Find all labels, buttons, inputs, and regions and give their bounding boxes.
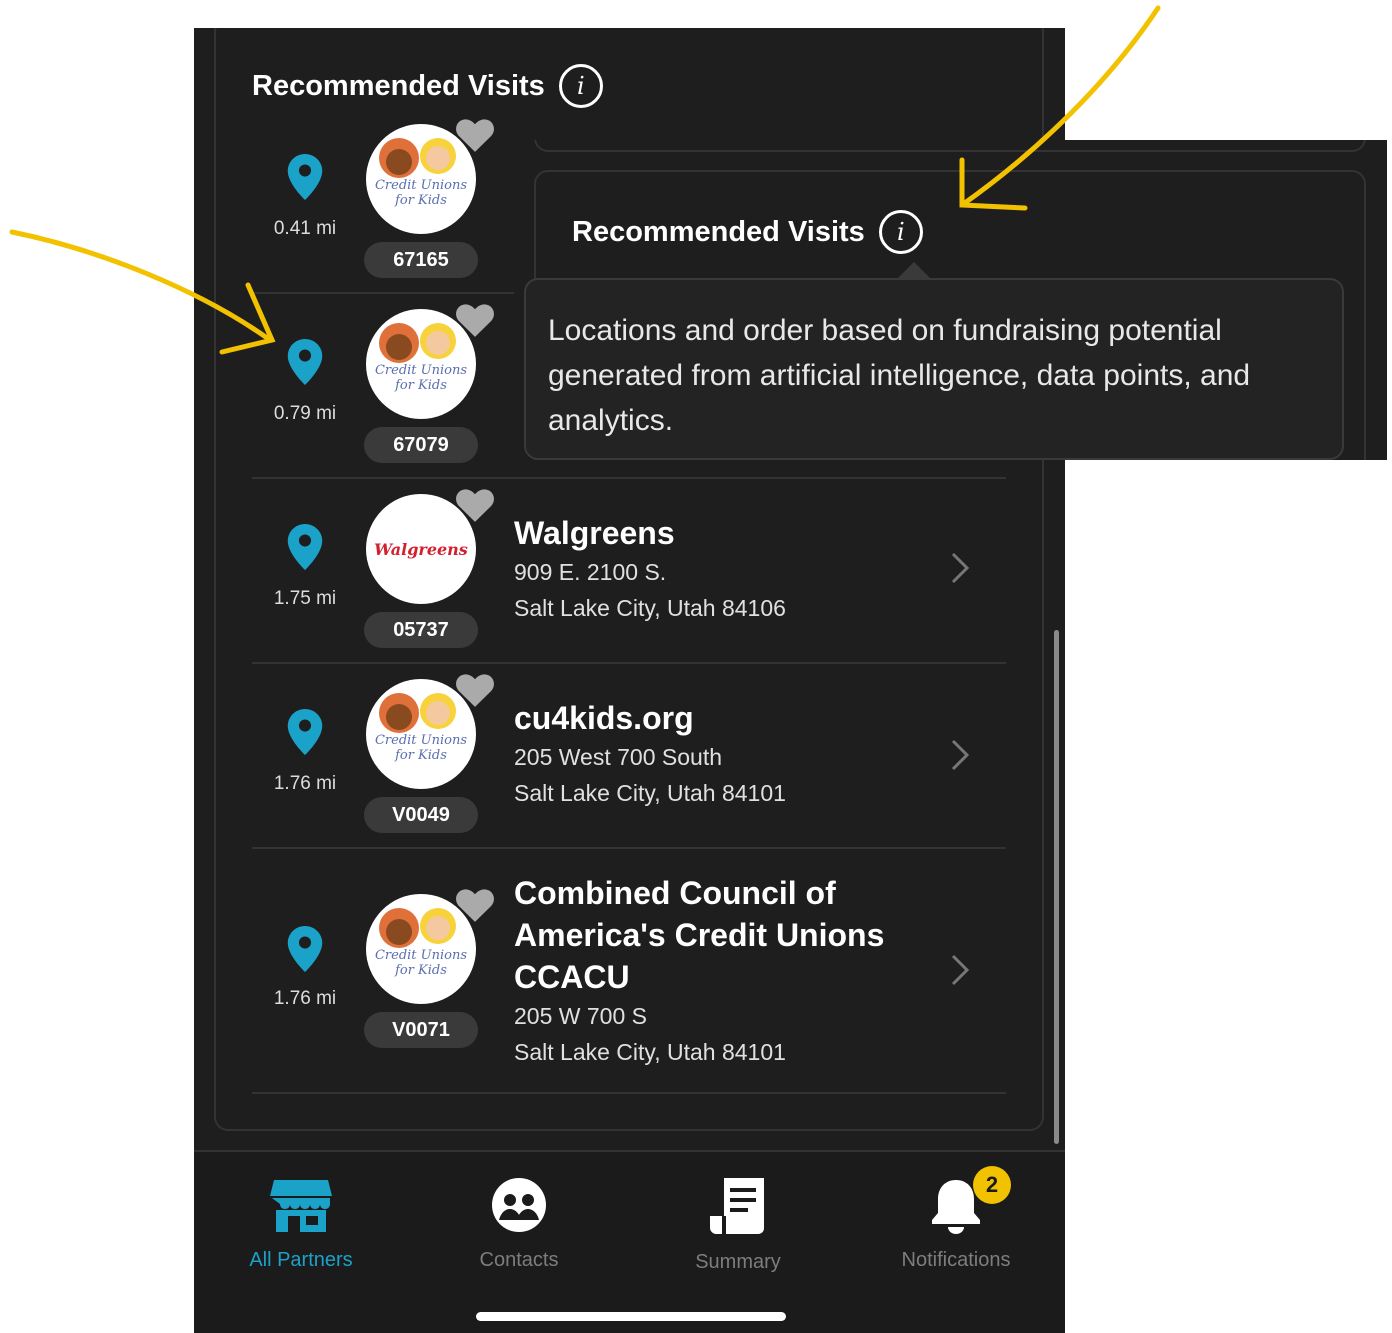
tab-summary[interactable]: Summary [653,1176,823,1274]
address-line-1: 205 West 700 South [514,744,722,770]
tooltip-pointer [898,262,930,278]
distance-label: 1.76 mi [273,988,337,1009]
divider [252,1092,1006,1094]
bottom-tab-bar: All Partners Contacts Summary 2 Notifica… [194,1150,1065,1333]
logo-text: Credit Unions for Kids [374,363,468,393]
tab-label: Summary [695,1251,781,1273]
tab-notifications[interactable]: 2 Notifications [871,1166,1041,1272]
logo-text: Credit Unions for Kids [374,178,468,208]
notification-count-badge: 2 [973,1166,1011,1204]
partner-code-badge: V0071 [364,1012,478,1048]
divider [252,847,1006,849]
section-header: Recommended Visits i [252,64,603,108]
tab-label: Notifications [901,1249,1011,1271]
list-item[interactable]: 1.75 mi Walgreens 05737 Walgreens 909 E.… [194,488,1065,673]
tab-all-partners[interactable]: All Partners [216,1176,386,1272]
address-line-2: Salt Lake City, Utah 84101 [514,1039,786,1065]
location-pin-icon [287,339,323,385]
section-title: Recommended Visits [572,215,865,248]
partner-code-badge: 67165 [364,242,478,278]
distance-label: 1.76 mi [273,773,337,794]
distance-label: 0.41 mi [273,218,337,239]
partner-code-badge: 05737 [364,612,478,648]
info-tooltip: Locations and order based on fundraising… [524,278,1344,460]
address-line-2: Salt Lake City, Utah 84106 [514,595,786,621]
location-pin-icon [287,709,323,755]
location-pin-icon [287,154,323,200]
info-icon[interactable]: i [878,210,923,254]
chevron-right-icon[interactable] [948,737,972,773]
logo-text: Credit Unions for Kids [374,733,468,763]
partner-name: cu4kids.org [514,700,694,736]
divider [252,662,1006,664]
card-edge [534,140,1366,152]
partner-code-badge: 67079 [364,427,478,463]
tab-label: All Partners [249,1249,353,1271]
chevron-right-icon[interactable] [948,550,972,586]
logo-text: Walgreens [374,539,468,559]
address-line-1: 205 W 700 S [514,1003,647,1029]
distance-label: 0.79 mi [273,403,337,424]
receipt-icon [710,1178,764,1234]
favorite-heart-icon[interactable] [456,303,494,339]
favorite-heart-icon[interactable] [456,888,494,924]
divider [252,477,1006,479]
favorite-heart-icon[interactable] [456,118,494,154]
location-pin-icon [287,926,323,972]
distance-label: 1.75 mi [273,588,337,609]
list-item[interactable]: 1.76 mi Credit Unions for Kids V0071 Com… [194,858,1065,1088]
partner-code-badge: V0049 [364,797,478,833]
tab-contacts[interactable]: Contacts [434,1176,604,1272]
home-indicator[interactable] [476,1312,786,1321]
contacts-icon [492,1178,546,1232]
section-title: Recommended Visits [252,69,545,102]
location-pin-icon [287,524,323,570]
address-line-1: 909 E. 2100 S. [514,559,667,585]
chevron-right-icon[interactable] [948,952,972,988]
logo-text: Credit Unions for Kids [374,948,468,978]
partner-name: Combined Council of America's Credit Uni… [514,875,885,995]
partner-name: Walgreens [514,515,675,551]
tab-label: Contacts [479,1249,559,1271]
store-icon [270,1180,332,1232]
scrollbar[interactable] [1054,630,1059,1144]
favorite-heart-icon[interactable] [456,488,494,524]
list-item[interactable]: 1.76 mi Credit Unions for Kids V0049 cu4… [194,673,1065,858]
tooltip-text: Locations and order based on fundraising… [548,314,1251,437]
favorite-heart-icon[interactable] [456,673,494,709]
info-icon[interactable]: i [558,64,603,108]
address-line-2: Salt Lake City, Utah 84101 [514,780,786,806]
section-header: Recommended Visits i [572,210,923,254]
